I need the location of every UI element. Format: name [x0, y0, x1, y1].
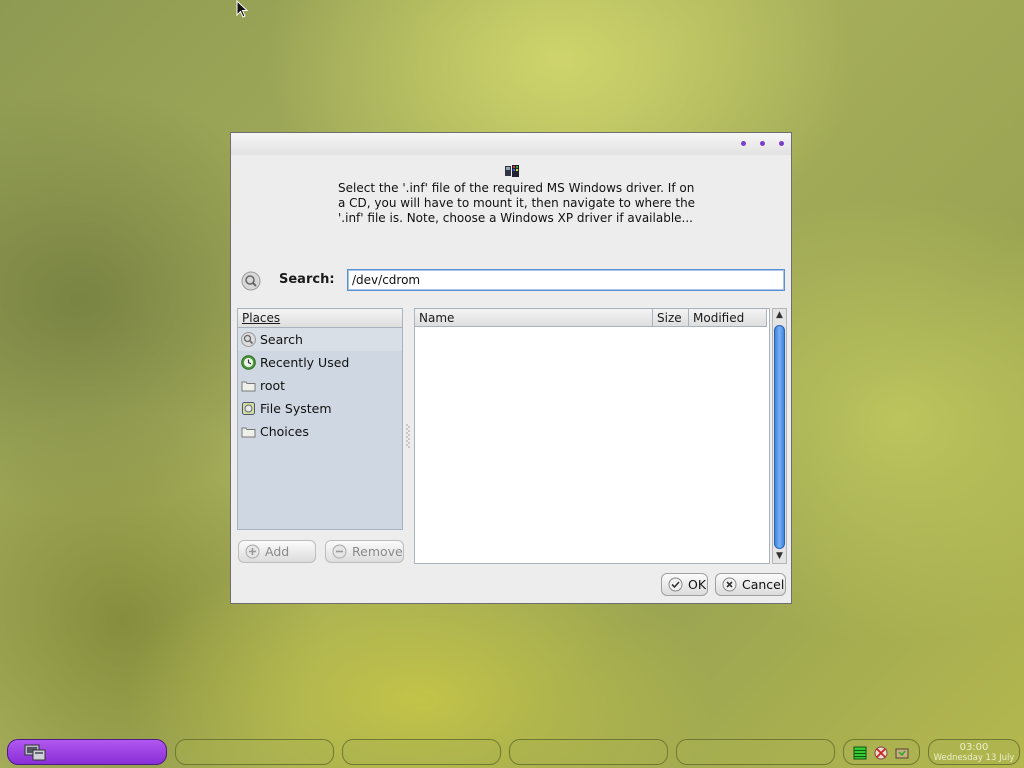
place-item-choices[interactable]: Choices: [238, 420, 402, 443]
place-item-recently-used[interactable]: Recently Used: [238, 351, 402, 374]
scroll-down-arrow-icon[interactable]: ▼: [774, 551, 785, 562]
ok-button[interactable]: OK: [661, 573, 708, 596]
mouse-cursor-icon: [236, 0, 249, 18]
column-header-size[interactable]: Size: [653, 309, 689, 327]
instruction-message: Select the '.inf' file of the required M…: [338, 181, 696, 225]
file-list[interactable]: Name Size Modified: [414, 308, 770, 564]
taskbar: 03:00 Wednesday 13 July: [0, 736, 1024, 768]
volume-muted-icon[interactable]: [874, 746, 888, 760]
folder-icon: [241, 427, 256, 438]
place-item-file-system[interactable]: File System: [238, 397, 402, 420]
task-slot[interactable]: [342, 739, 501, 765]
add-place-button[interactable]: Add: [238, 540, 316, 563]
search-icon: [241, 271, 261, 291]
window-menu-dot[interactable]: [779, 141, 784, 146]
cancel-icon: [722, 577, 737, 592]
place-label: File System: [260, 401, 332, 416]
system-tray: [843, 739, 920, 765]
pane-splitter-handle[interactable]: [406, 423, 410, 449]
dialog-titlebar[interactable]: [231, 133, 791, 155]
window-menu-dot[interactable]: [741, 141, 746, 146]
cancel-label: Cancel: [742, 577, 785, 592]
search-icon: [241, 332, 256, 347]
ok-label: OK: [688, 577, 707, 592]
remove-icon: [332, 544, 347, 559]
task-slot[interactable]: [175, 739, 334, 765]
place-item-search[interactable]: Search: [238, 328, 402, 351]
computer-icon: [24, 744, 46, 761]
clock-time: 03:00: [959, 742, 989, 753]
place-label: Recently Used: [260, 355, 350, 370]
recent-icon: [241, 355, 256, 370]
file-list-scrollbar[interactable]: ▲ ▼: [772, 308, 787, 564]
cancel-button[interactable]: Cancel: [715, 573, 786, 596]
network-icon[interactable]: [853, 746, 867, 760]
folder-icon: [241, 381, 256, 392]
search-label: Search:: [279, 272, 335, 287]
battery-icon[interactable]: [895, 746, 909, 760]
add-label: Add: [265, 544, 290, 559]
clock-date: Wednesday 13 July: [933, 753, 1015, 763]
checkmark-icon: [668, 577, 683, 592]
place-label: Search: [260, 332, 303, 347]
scrollbar-thumb[interactable]: [774, 325, 785, 549]
task-slot[interactable]: [509, 739, 668, 765]
place-label: root: [260, 378, 286, 393]
column-header-modified[interactable]: Modified: [689, 309, 767, 327]
clock[interactable]: 03:00 Wednesday 13 July: [928, 739, 1020, 765]
scroll-up-arrow-icon[interactable]: ▲: [774, 310, 785, 321]
remove-place-button[interactable]: Remove: [325, 540, 404, 563]
places-sidebar: Places Search Recently Used root File Sy…: [237, 308, 403, 530]
drive-icon: [242, 402, 255, 415]
place-label: Choices: [260, 424, 309, 439]
column-header-name[interactable]: Name: [415, 309, 653, 327]
search-input[interactable]: [347, 269, 785, 291]
task-slot[interactable]: [676, 739, 835, 765]
add-icon: [245, 544, 260, 559]
window-menu-dot[interactable]: [760, 141, 765, 146]
place-item-root[interactable]: root: [238, 374, 402, 397]
remove-label: Remove: [352, 544, 403, 559]
places-header[interactable]: Places: [238, 309, 402, 328]
driver-file-dialog: Select the '.inf' file of the required M…: [230, 132, 792, 604]
start-menu-button[interactable]: [7, 739, 167, 765]
windows-driver-icon: [505, 165, 519, 177]
